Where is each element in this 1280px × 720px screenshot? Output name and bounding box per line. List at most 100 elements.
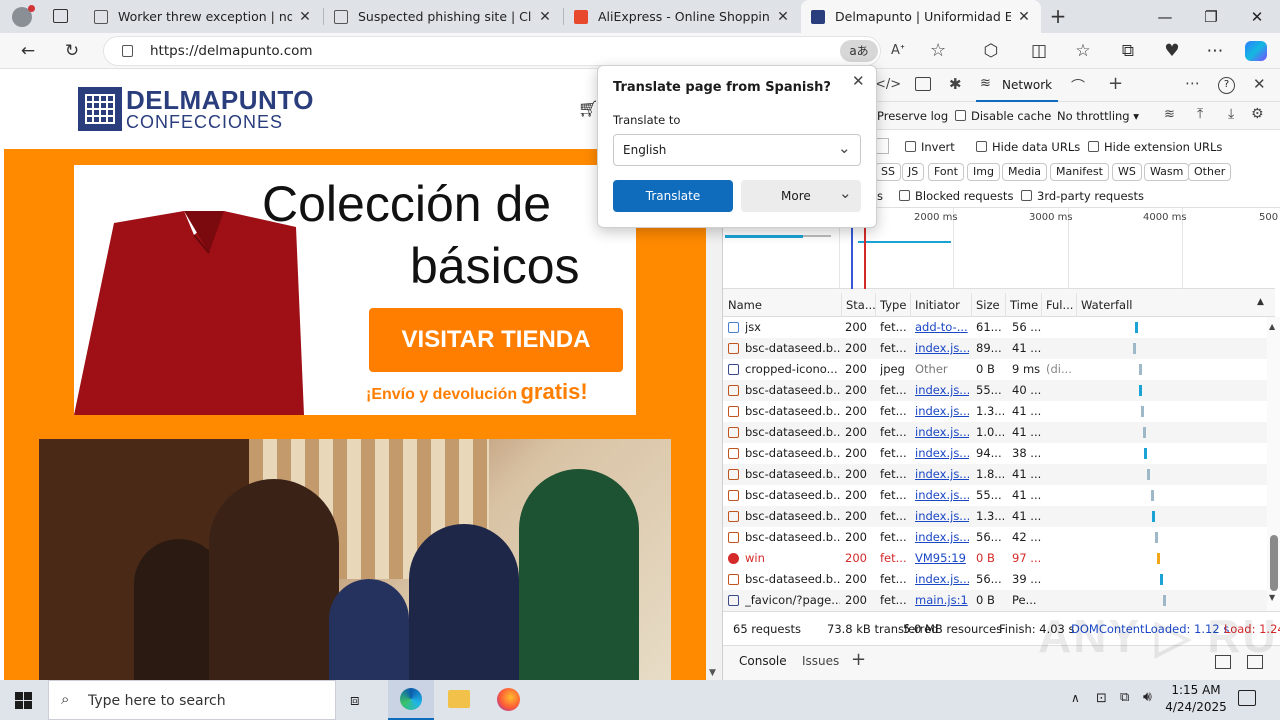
close-devtools-icon[interactable]: ✕ — [1253, 75, 1266, 93]
close-icon[interactable]: ✕ — [538, 9, 552, 25]
filter-chip-js[interactable]: JS — [902, 163, 925, 181]
scroll-down-arrow-icon[interactable]: ▼ — [709, 668, 716, 678]
help-icon[interactable]: ? — [1218, 77, 1235, 94]
throttling-select[interactable]: No throttling ▾ — [1057, 109, 1139, 123]
close-icon[interactable]: ✕ — [776, 9, 790, 25]
minimize-button[interactable]: — — [1142, 0, 1188, 33]
filter-chip-other[interactable]: Other — [1188, 163, 1232, 181]
export-har-icon[interactable]: ⤓ — [1228, 106, 1234, 122]
table-row[interactable]: bsc-dataseed.b... 200 fet... index.js... 1.3… — [723, 506, 1267, 527]
filter-input-edge[interactable] — [875, 138, 889, 154]
more-button[interactable]: More ⌄ — [741, 180, 861, 212]
col-type[interactable]: Type — [880, 293, 906, 317]
filter-chip-wasm[interactable]: Wasm — [1144, 163, 1190, 181]
table-row[interactable]: bsc-dataseed.b... 200 fet... index.js... 56.… — [723, 569, 1267, 590]
extensions-icon[interactable]: ⬡ — [976, 36, 1006, 66]
invert-checkbox[interactable]: Invert — [905, 140, 955, 154]
table-scrollbar[interactable]: ▲ ▼ — [1267, 317, 1280, 611]
promo-banner[interactable]: Colección de básicos VISITAR TIENDA ¡Env… — [74, 165, 636, 415]
wired-network-icon[interactable]: ⧉ — [1120, 690, 1129, 705]
cell-initiator[interactable]: index.js... — [915, 464, 969, 485]
checkbox[interactable] — [1088, 141, 1099, 152]
col-time[interactable]: Time — [1010, 293, 1038, 317]
network-status-icon[interactable]: ⊡ — [1096, 691, 1107, 706]
checkbox[interactable] — [976, 141, 987, 152]
checkbox[interactable] — [1021, 190, 1032, 201]
table-row[interactable]: bsc-dataseed.b... 200 fet... index.js... 1.8… — [723, 464, 1267, 485]
bug-icon[interactable]: ✱ — [949, 75, 962, 93]
table-row[interactable]: bsc-dataseed.b... 200 fet... index.js... 55.… — [723, 380, 1267, 401]
checkbox[interactable] — [899, 190, 910, 201]
close-icon[interactable]: ✕ — [1017, 9, 1031, 25]
performance-icon[interactable]: ♥ — [1157, 36, 1187, 66]
cell-initiator[interactable]: add-to-... — [915, 317, 969, 338]
table-row[interactable]: cropped-icono... 200 jpeg Other 0 B 9 ms (di..… — [723, 359, 1267, 380]
third-party-checkbox[interactable]: 3rd-party requests — [1021, 189, 1144, 203]
logo-mark-icon[interactable] — [78, 87, 122, 131]
scroll-thumb[interactable] — [1270, 535, 1278, 591]
cell-initiator[interactable]: index.js... — [915, 380, 969, 401]
console-tab[interactable]: Console — [739, 654, 787, 668]
close-icon[interactable]: ✕ — [852, 72, 865, 90]
maximize-button[interactable]: ❐ — [1188, 0, 1234, 33]
cell-initiator[interactable]: index.js... — [915, 443, 969, 464]
more-menu-icon[interactable]: ⋯ — [1200, 36, 1230, 66]
col-name[interactable]: Name — [728, 293, 762, 317]
hide-extension-urls-checkbox[interactable]: Hide extension URLs — [1088, 140, 1222, 154]
volume-icon[interactable]: 🔊︎ — [1143, 689, 1152, 705]
close-window-button[interactable]: ✕ — [1234, 0, 1280, 33]
url-text[interactable]: https://delmapunto.com — [150, 43, 313, 59]
tab-aliexpress[interactable]: AliExpress - Online Shopping für ✕ — [564, 0, 800, 33]
checkbox[interactable] — [955, 110, 966, 121]
table-row[interactable]: bsc-dataseed.b... 200 fet... index.js... 94.… — [723, 443, 1267, 464]
tab-actions-icon[interactable] — [53, 9, 68, 23]
language-select[interactable]: English ⌄ — [613, 134, 861, 166]
file-explorer-icon[interactable] — [448, 690, 470, 708]
filter-chip-font[interactable]: Font — [928, 163, 964, 181]
table-row[interactable]: bsc-dataseed.b... 200 fet... index.js... 56.… — [723, 527, 1267, 548]
favorite-star-icon[interactable]: ☆ — [930, 40, 946, 61]
collections-icon[interactable]: ⧉ — [1113, 36, 1143, 66]
new-tab-button[interactable]: + — [1046, 4, 1070, 28]
firefox-icon[interactable] — [497, 688, 520, 711]
lock-icon[interactable] — [122, 45, 133, 57]
scroll-up-arrow-icon[interactable]: ▲ — [1269, 322, 1275, 331]
notifications-icon[interactable] — [1238, 690, 1256, 706]
taskbar-search-box[interactable]: ⌕ Type here to search — [48, 680, 336, 720]
add-drawer-tab-icon[interactable]: + — [851, 649, 866, 670]
visit-store-button[interactable]: VISITAR TIENDA — [369, 308, 623, 372]
blocked-requests-checkbox[interactable]: Blocked requests — [899, 189, 1013, 203]
cell-initiator[interactable]: index.js... — [915, 527, 969, 548]
split-screen-icon[interactable]: ◫ — [1024, 36, 1054, 66]
network-tab[interactable]: ≋ Network — [976, 69, 1058, 102]
disable-cache-checkbox[interactable]: Disable cache — [955, 109, 1051, 123]
table-row[interactable]: bsc-dataseed.b... 200 fet... index.js... 89.… — [723, 338, 1267, 359]
hide-data-urls-checkbox[interactable]: Hide data URLs — [976, 140, 1080, 154]
back-arrow-icon[interactable]: ← — [13, 36, 43, 66]
network-settings-gear-icon[interactable]: ⚙ — [1251, 106, 1264, 122]
col-initiator[interactable]: Initiator — [915, 293, 960, 317]
close-icon[interactable]: ✕ — [298, 9, 312, 25]
copilot-icon[interactable] — [1245, 41, 1267, 61]
windows-start-icon[interactable] — [15, 692, 32, 709]
read-aloud-icon[interactable]: Aᐩ — [891, 43, 905, 58]
table-row[interactable]: bsc-dataseed.b... 200 fet... index.js... 1.3… — [723, 401, 1267, 422]
cart-icon[interactable]: 🛒︎ — [578, 99, 598, 118]
checkbox[interactable] — [905, 141, 916, 152]
table-row[interactable]: _favicon/?page... 200 fet... main.js:1 0 B Pe… — [723, 590, 1267, 611]
cell-initiator[interactable]: main.js:1 — [915, 590, 969, 611]
tab-delmapunto[interactable]: Delmapunto | Uniformidad Escol ✕ — [801, 0, 1041, 33]
network-conditions-icon[interactable]: ≋ — [1164, 107, 1175, 122]
tab-phishing[interactable]: Suspected phishing site | Cloudfl ✕ — [324, 0, 562, 33]
tab-worker-exception[interactable]: Worker threw exception | ndgadf ✕ — [84, 0, 322, 33]
refresh-icon[interactable]: ↻ — [57, 36, 87, 66]
table-row[interactable]: bsc-dataseed.b... 200 fet... index.js... 1.0… — [723, 422, 1267, 443]
table-row[interactable]: win 200 fet... VM95:19 0 B 97 ... — [723, 548, 1267, 569]
cell-initiator[interactable]: index.js... — [915, 569, 969, 590]
clock-time[interactable]: 1:15 AM — [1166, 683, 1226, 697]
cell-initiator[interactable]: VM95:19 — [915, 548, 969, 569]
task-view-icon[interactable]: ⧈ — [350, 691, 360, 709]
cell-initiator[interactable]: index.js... — [915, 401, 969, 422]
col-waterfall[interactable]: Waterfall — [1081, 293, 1132, 317]
translate-icon[interactable]: aあ — [840, 40, 878, 62]
